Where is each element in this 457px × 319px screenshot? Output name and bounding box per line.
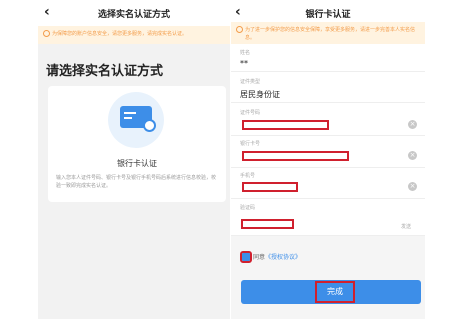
option-title: 银行卡认证 — [117, 159, 157, 168]
right-screen: ‹ 银行卡认证 为了进一步保护您的信息安全保障，享受更多服务，请进一步完善本人实… — [231, 0, 425, 319]
id-type-field[interactable]: 证件类型 居民身份证 — [231, 72, 425, 103]
id-number-field[interactable]: 证件号码 × — [231, 103, 425, 136]
name-field: 姓名 ** — [231, 44, 425, 72]
bank-card-auth-option[interactable]: 银行卡认证 输入您本人证件号码、银行卡号及银行手机号码后系统进行信息校验，校验一… — [48, 86, 226, 202]
bank-card-form: 姓名 ** 证件类型 居民身份证 证件号码 × 银行卡号 × 手机号 × 验证码 — [231, 44, 425, 319]
id-number-input[interactable] — [242, 120, 329, 130]
field-label: 手机号 — [240, 173, 256, 179]
method-heading: 请选择实名认证方式 — [46, 64, 164, 79]
clear-icon[interactable]: × — [408, 120, 417, 129]
notice-text: 为保障您的账户信息安全，请您更多服务，请完成实名认证。 — [52, 31, 188, 37]
agreement-link[interactable]: 《授权协议》 — [265, 254, 301, 261]
verification-code-field[interactable]: 验证码 发送 — [231, 199, 425, 236]
agreement-text: 同意《授权协议》 — [253, 252, 301, 261]
submit-label: 完成 — [315, 281, 355, 303]
name-value: ** — [240, 59, 248, 68]
left-screen: ‹ 选择实名认证方式 为保障您的账户信息安全，请您更多服务，请完成实名认证。 请… — [38, 0, 230, 319]
notice-banner: 为了进一步保护您的信息安全保障，享受更多服务，请进一步完善本人实名信息。 — [231, 22, 425, 44]
check-icon — [143, 119, 156, 132]
option-description: 输入您本人证件号码、银行卡号及银行手机号码后系统进行信息校验，校验一致即完成实名… — [56, 175, 217, 189]
field-label: 验证码 — [240, 205, 256, 211]
left-header: ‹ 选择实名认证方式 — [38, 0, 230, 26]
code-input[interactable] — [241, 219, 294, 229]
clear-icon[interactable]: × — [408, 182, 417, 191]
bank-card-icon — [120, 106, 156, 132]
phone-input[interactable] — [242, 182, 298, 192]
field-label: 银行卡号 — [240, 141, 261, 147]
info-icon — [43, 30, 50, 37]
page-title: 银行卡认证 — [305, 10, 351, 20]
field-label: 证件号码 — [240, 110, 261, 116]
field-label: 证件类型 — [240, 79, 261, 85]
id-type-value: 居民身份证 — [240, 90, 280, 99]
page-title: 选择实名认证方式 — [97, 10, 170, 20]
notice-banner: 为保障您的账户信息安全，请您更多服务，请完成实名认证。 — [38, 26, 230, 44]
submit-button[interactable]: 完成 — [241, 280, 421, 304]
clear-icon[interactable]: × — [408, 151, 417, 160]
bank-card-field[interactable]: 银行卡号 × — [231, 136, 425, 168]
send-code-link[interactable]: 发送 — [401, 223, 411, 230]
field-label: 姓名 — [240, 50, 251, 56]
agree-prefix: 同意 — [253, 254, 266, 261]
phone-field[interactable]: 手机号 × — [231, 168, 425, 199]
bank-card-input[interactable] — [242, 151, 349, 161]
agree-checkbox[interactable] — [240, 251, 252, 263]
notice-text: 为了进一步保护您的信息安全保障，享受更多服务，请进一步完善本人实名信息。 — [245, 27, 416, 41]
info-icon — [236, 26, 243, 33]
